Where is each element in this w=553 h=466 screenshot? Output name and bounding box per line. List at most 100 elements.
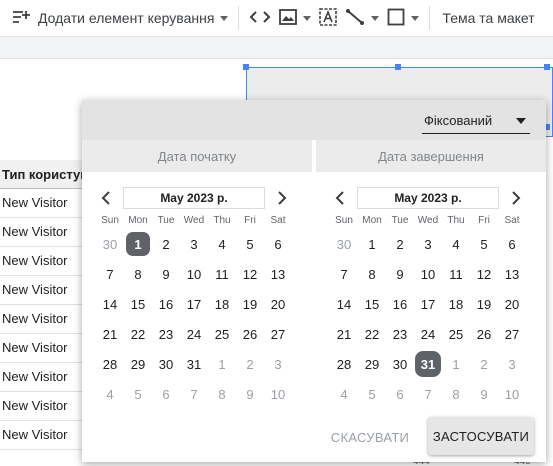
calendar-day[interactable]: 31	[180, 352, 208, 376]
selected-day[interactable]: 31	[414, 352, 442, 376]
chevron-right-icon[interactable]	[506, 188, 526, 208]
calendar-day[interactable]: 11	[208, 262, 236, 286]
calendar-day[interactable]: 30	[330, 232, 358, 256]
calendar-day[interactable]: 10	[264, 382, 292, 406]
calendar-day[interactable]: 9	[386, 262, 414, 286]
calendar-day[interactable]: 21	[330, 322, 358, 346]
calendar-day[interactable]: 4	[96, 382, 124, 406]
calendar-day[interactable]: 30	[386, 352, 414, 376]
calendar-day[interactable]: 13	[264, 262, 292, 286]
calendar-day[interactable]: 15	[124, 292, 152, 316]
range-mode-select[interactable]: Фіксований	[422, 108, 530, 134]
calendar-day[interactable]: 10	[414, 262, 442, 286]
apply-button[interactable]: ЗАСТОСУВАТИ	[428, 417, 534, 455]
calendar-day[interactable]: 25	[208, 322, 236, 346]
calendar-day[interactable]: 19	[236, 292, 264, 316]
calendar-day[interactable]: 5	[236, 232, 264, 256]
calendar-day[interactable]: 4	[442, 232, 470, 256]
line-button[interactable]	[341, 0, 383, 36]
calendar-day[interactable]: 30	[96, 232, 124, 256]
calendar-day[interactable]: 16	[386, 292, 414, 316]
calendar-day[interactable]: 7	[414, 382, 442, 406]
resize-handle[interactable]	[243, 64, 249, 70]
calendar-day[interactable]: 20	[264, 292, 292, 316]
calendar-day[interactable]: 23	[386, 322, 414, 346]
calendar-day[interactable]: 9	[152, 262, 180, 286]
cancel-button[interactable]: СКАСУВАТИ	[328, 423, 412, 451]
resize-handle[interactable]	[395, 64, 401, 70]
calendar-day[interactable]: 3	[414, 232, 442, 256]
calendar-day[interactable]: 4	[330, 382, 358, 406]
calendar-day[interactable]: 26	[470, 322, 498, 346]
calendar-day[interactable]: 12	[236, 262, 264, 286]
calendar-day[interactable]: 20	[498, 292, 526, 316]
calendar-day[interactable]: 7	[180, 382, 208, 406]
calendar-day[interactable]: 22	[358, 322, 386, 346]
calendar-day[interactable]: 29	[358, 352, 386, 376]
calendar-day[interactable]: 2	[236, 352, 264, 376]
calendar-day[interactable]: 27	[498, 322, 526, 346]
calendar-day[interactable]: 2	[152, 232, 180, 256]
embed-code-button[interactable]	[245, 0, 275, 36]
calendar-day[interactable]: 11	[442, 262, 470, 286]
selected-day[interactable]: 1	[124, 232, 152, 256]
calendar-day[interactable]: 16	[152, 292, 180, 316]
calendar-day[interactable]: 7	[330, 262, 358, 286]
calendar-day[interactable]: 22	[124, 322, 152, 346]
calendar-day[interactable]: 26	[236, 322, 264, 346]
calendar-day[interactable]: 4	[208, 232, 236, 256]
calendar-day[interactable]: 8	[208, 382, 236, 406]
chevron-left-icon[interactable]	[330, 188, 350, 208]
calendar-day[interactable]: 1	[442, 352, 470, 376]
calendar-day[interactable]: 6	[264, 232, 292, 256]
calendar-day[interactable]: 1	[208, 352, 236, 376]
calendar-day[interactable]: 17	[180, 292, 208, 316]
calendar-day[interactable]: 17	[414, 292, 442, 316]
image-button[interactable]	[275, 0, 315, 36]
shape-button[interactable]	[383, 0, 423, 36]
calendar-day[interactable]: 24	[414, 322, 442, 346]
calendar-day[interactable]: 19	[470, 292, 498, 316]
calendar-day[interactable]: 25	[442, 322, 470, 346]
calendar-day[interactable]: 6	[498, 232, 526, 256]
chevron-left-icon[interactable]	[96, 188, 116, 208]
calendar-day[interactable]: 2	[470, 352, 498, 376]
calendar-day[interactable]: 9	[236, 382, 264, 406]
calendar-day[interactable]: 18	[442, 292, 470, 316]
calendar-day[interactable]: 29	[124, 352, 152, 376]
calendar-day[interactable]: 12	[470, 262, 498, 286]
calendar-day[interactable]: 27	[264, 322, 292, 346]
end-date-tab[interactable]: Дата завершення	[316, 140, 546, 172]
calendar-day[interactable]: 13	[498, 262, 526, 286]
resize-handle[interactable]	[544, 64, 550, 70]
calendar-day[interactable]: 8	[124, 262, 152, 286]
calendar-day[interactable]: 21	[96, 322, 124, 346]
theme-layout-button[interactable]: Тема та макет	[436, 0, 538, 36]
table-header[interactable]: Тип користувача	[0, 160, 90, 189]
calendar-day[interactable]: 6	[386, 382, 414, 406]
add-control-button[interactable]: Додати елемент керування	[0, 0, 232, 36]
calendar-day[interactable]: 1	[358, 232, 386, 256]
start-date-tab[interactable]: Дата початку	[82, 140, 312, 172]
calendar-day[interactable]: 8	[358, 262, 386, 286]
calendar-day[interactable]: 3	[498, 352, 526, 376]
chevron-right-icon[interactable]	[272, 188, 292, 208]
calendar-day[interactable]: 2	[386, 232, 414, 256]
calendar-day[interactable]: 10	[498, 382, 526, 406]
calendar-day[interactable]: 5	[124, 382, 152, 406]
calendar-day[interactable]: 8	[442, 382, 470, 406]
text-box-button[interactable]	[315, 0, 341, 36]
calendar-day[interactable]: 5	[470, 232, 498, 256]
calendar-day[interactable]: 10	[180, 262, 208, 286]
month-year-selector[interactable]: May 2023 р.	[357, 187, 499, 209]
calendar-day[interactable]: 18	[208, 292, 236, 316]
calendar-day[interactable]: 28	[330, 352, 358, 376]
calendar-day[interactable]: 5	[358, 382, 386, 406]
calendar-day[interactable]: 3	[264, 352, 292, 376]
calendar-day[interactable]: 14	[96, 292, 124, 316]
calendar-day[interactable]: 23	[152, 322, 180, 346]
calendar-day[interactable]: 28	[96, 352, 124, 376]
calendar-day[interactable]: 30	[152, 352, 180, 376]
calendar-day[interactable]: 6	[152, 382, 180, 406]
calendar-day[interactable]: 24	[180, 322, 208, 346]
